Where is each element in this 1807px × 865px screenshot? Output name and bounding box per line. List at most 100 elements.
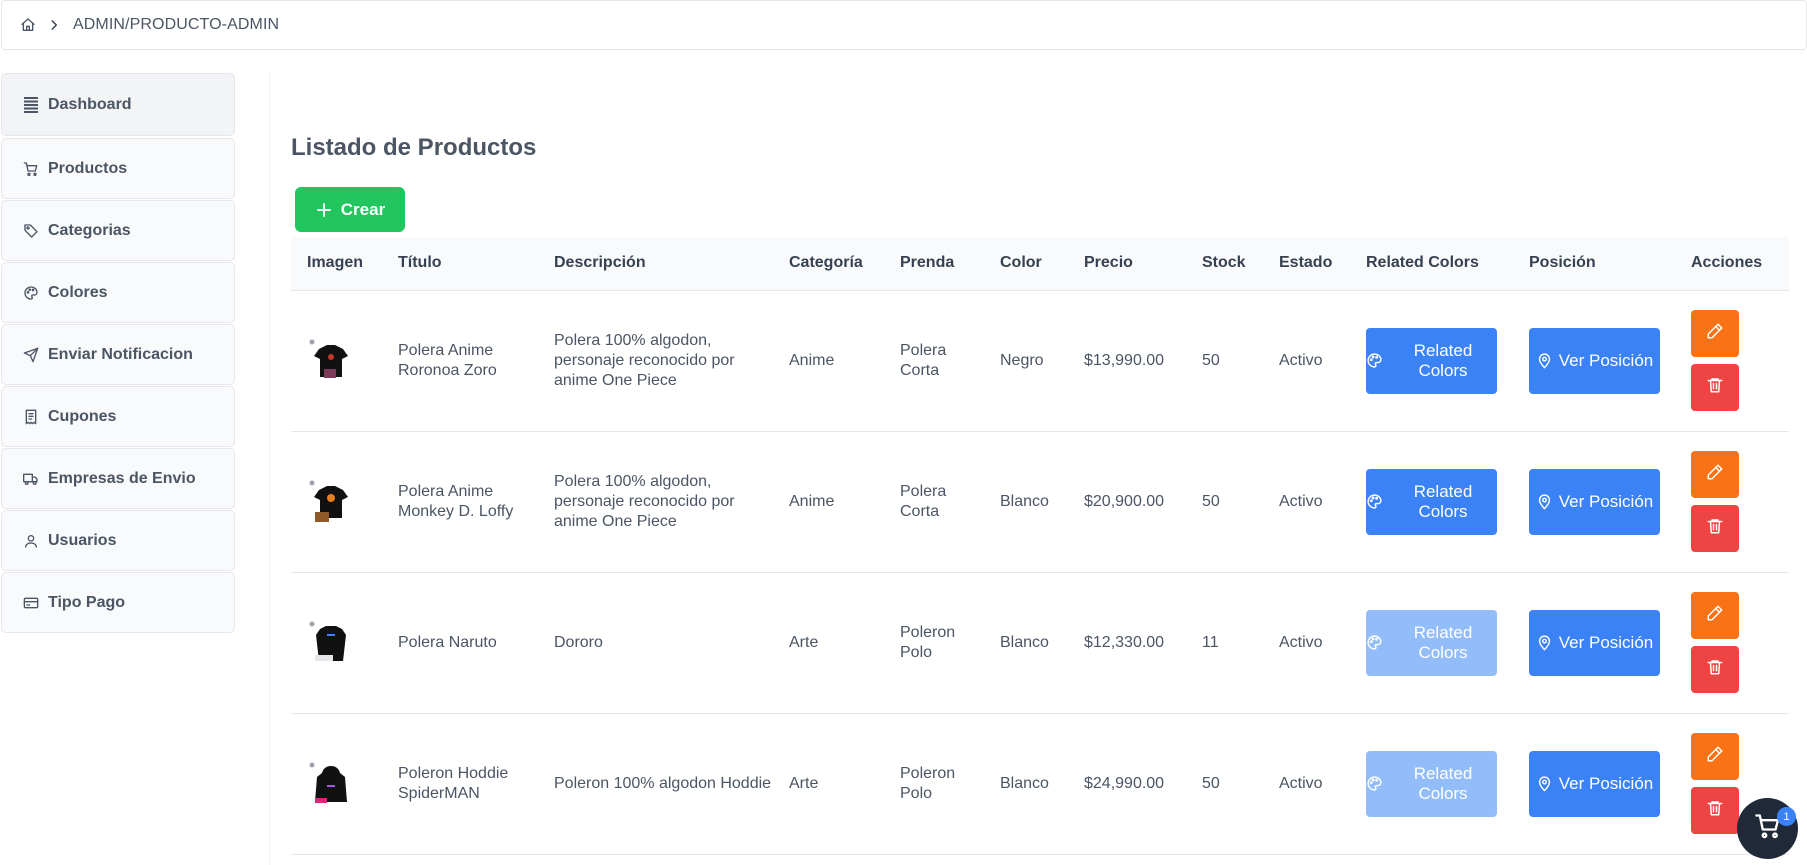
sidebar: Dashboard Productos Categorias Colores E… [1,73,235,634]
cart-icon [23,161,39,177]
breadcrumb-bar: ADMIN/PRODUCTO-ADMIN [1,0,1807,50]
related-colors-button[interactable]: Related Colors [1366,327,1497,394]
product-thumbnail[interactable] [307,337,355,385]
sidebar-item-categorias[interactable]: Categorias [1,200,235,261]
plus-icon [315,201,333,219]
edit-button[interactable] [1691,733,1739,780]
view-position-label: Ver Posición [1558,350,1654,370]
breadcrumb-path[interactable]: ADMIN/PRODUCTO-ADMIN [73,16,279,34]
cell-status: Activo [1279,633,1323,651]
edit-button[interactable] [1691,310,1739,357]
create-button[interactable]: Crear [295,187,405,232]
cell-title: Polera Anime Monkey D. Loffy [398,482,514,520]
cell-stock: 50 [1202,774,1220,792]
pencil-icon [1706,604,1724,628]
sidebar-item-label: Productos [48,159,128,177]
chevron-right-icon [46,17,62,33]
sidebar-item-label: Colores [48,283,108,301]
related-colors-button[interactable]: Related Colors [1366,750,1497,817]
palette-icon [1366,634,1383,651]
trash-icon [1706,799,1724,823]
cell-price: $12,330.00 [1084,633,1165,651]
delete-button[interactable] [1691,505,1739,552]
receipt-icon [23,409,39,425]
delete-button[interactable] [1691,646,1739,693]
column-header-related-colors: Related Colors [1366,254,1479,272]
view-position-label: Ver Posición [1558,773,1654,793]
product-thumbnail[interactable] [307,760,355,808]
user-icon [23,533,39,549]
related-colors-label: Related Colors [1413,763,1473,803]
sidebar-item-productos[interactable]: Productos [1,138,235,199]
cell-garment: Poleron Polo [900,623,956,661]
cell-description: Dororo [554,633,603,651]
view-position-label: Ver Posición [1558,491,1654,511]
column-header-imagen: Imagen [307,254,364,272]
products-table: Imagen Título Descripción Categoría Pren… [291,237,1789,855]
edit-button[interactable] [1691,451,1739,498]
view-position-button[interactable]: Ver Posición [1529,609,1660,676]
sidebar-item-label: Usuarios [48,531,117,549]
related-colors-button[interactable]: Related Colors [1366,609,1497,676]
cell-status: Activo [1279,774,1323,792]
tag-icon [23,223,39,239]
sidebar-item-empresas-de-envio[interactable]: Empresas de Envio [1,448,235,509]
cell-category: Arte [789,774,819,792]
cell-stock: 11 [1202,633,1219,651]
sidebar-item-tipo-pago[interactable]: Tipo Pago [1,572,235,633]
sidebar-item-label: Tipo Pago [48,593,126,611]
view-position-button[interactable]: Ver Posición [1529,750,1660,817]
cell-category: Arte [789,633,819,651]
cell-garment: Polera Corta [900,482,947,520]
cell-color: Negro [1000,351,1044,369]
sidebar-item-label: Empresas de Envio [48,469,196,487]
palette-icon [1366,493,1383,510]
table-header-row: Imagen Título Descripción Categoría Pren… [291,237,1789,290]
list-icon [23,96,39,113]
trash-icon [1706,517,1724,541]
home-icon[interactable] [19,16,37,34]
edit-button[interactable] [1691,592,1739,639]
view-position-button[interactable]: Ver Posición [1529,327,1660,394]
sidebar-item-enviar-notificacion[interactable]: Enviar Notificacion [1,324,235,385]
cell-garment: Poleron Polo [900,764,956,802]
cell-color: Blanco [1000,492,1049,510]
delete-button[interactable] [1691,364,1739,411]
view-position-button[interactable]: Ver Posición [1529,468,1660,535]
table-row: Polera Naruto Dororo Arte Poleron Polo B… [291,572,1789,713]
related-colors-label: Related Colors [1413,622,1473,662]
palette-icon [23,285,39,301]
sidebar-item-dashboard[interactable]: Dashboard [1,73,235,136]
floating-cart-button[interactable]: 1 [1737,798,1798,859]
map-pin-icon [1536,634,1553,651]
cell-color: Blanco [1000,774,1049,792]
sidebar-item-cupones[interactable]: Cupones [1,386,235,447]
related-colors-button[interactable]: Related Colors [1366,468,1497,535]
cell-stock: 50 [1202,492,1220,510]
column-header-titulo: Título [398,254,442,272]
trash-icon [1706,658,1724,682]
trash-icon [1706,376,1724,400]
product-thumbnail[interactable] [307,619,355,667]
column-header-precio: Precio [1084,254,1133,272]
cell-stock: 50 [1202,351,1220,369]
map-pin-icon [1536,493,1553,510]
sidebar-item-usuarios[interactable]: Usuarios [1,510,235,571]
cell-status: Activo [1279,492,1323,510]
palette-icon [1366,352,1383,369]
delete-button[interactable] [1691,787,1739,834]
cell-description: Polera 100% algodon, personaje reconocid… [554,331,735,389]
column-header-estado: Estado [1279,254,1333,272]
sidebar-item-label: Cupones [48,407,117,425]
column-header-descripcion: Descripción [554,254,646,272]
page-title: Listado de Productos [291,134,537,161]
cell-title: Polera Anime Roronoa Zoro [398,341,497,379]
product-thumbnail[interactable] [307,478,355,526]
sidebar-item-colores[interactable]: Colores [1,262,235,323]
cell-status: Activo [1279,351,1323,369]
map-pin-icon [1536,352,1553,369]
cart-count-badge: 1 [1777,807,1796,826]
credit-card-icon [23,595,39,611]
create-button-label: Crear [340,199,386,219]
column-header-categoria: Categoría [789,254,863,272]
